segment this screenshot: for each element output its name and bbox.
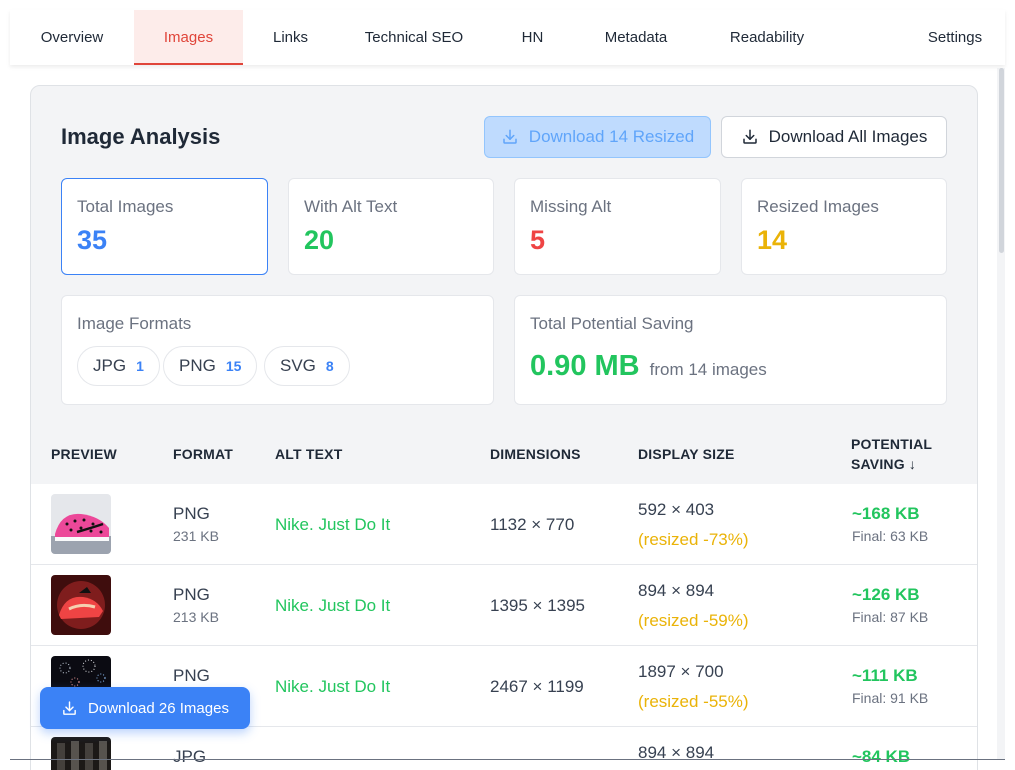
format-chip-png[interactable]: PNG 15	[163, 346, 258, 386]
saving-label: Total Potential Saving	[530, 314, 694, 333]
header-alt-text[interactable]: ALT TEXT	[275, 446, 342, 462]
header-saving-line1: POTENTIAL	[851, 436, 933, 452]
scrollbar-thumb[interactable]	[999, 68, 1004, 253]
format-name: SVG	[280, 356, 316, 375]
row-resized-percent: (resized -55%)	[638, 692, 749, 711]
stat-card-missing-alt[interactable]: Missing Alt 5	[514, 178, 721, 275]
stat-label: Total Images	[77, 197, 174, 216]
format-name: PNG	[179, 356, 216, 375]
table-row[interactable]: PNG 213 KB Nike. Just Do It 1395 × 1395 …	[31, 565, 977, 646]
row-dimensions: 1132 × 770	[490, 515, 575, 534]
row-potential-saving: ~111 KB	[852, 666, 918, 685]
tab-links[interactable]: Links	[243, 10, 338, 65]
viewport-bottom-border	[10, 759, 1005, 760]
download-icon	[503, 129, 517, 144]
download-all-button[interactable]: Download All Images	[721, 116, 947, 158]
row-dimensions: 2467 × 1199	[490, 677, 584, 696]
row-final-size: Final: 87 KB	[852, 609, 929, 625]
table-row[interactable]: PNG 231 KB Nike. Just Do It 1132 × 770 5…	[31, 484, 977, 565]
image-preview-thumbnail[interactable]	[51, 494, 111, 554]
saving-suffix: from 14 images	[649, 360, 767, 379]
row-resized-percent: (resized -59%)	[638, 611, 749, 630]
red-shoe-thumbnail-image	[51, 575, 111, 635]
stat-value: 20	[304, 225, 335, 255]
image-formats-card: Image Formats JPG 1 PNG 15 SVG 8	[61, 295, 494, 405]
table-header: PREVIEW FORMAT ALT TEXT DIMENSIONS DISPL…	[31, 424, 977, 484]
format-chip-jpg[interactable]: JPG 1	[77, 346, 160, 386]
row-file-size: 231 KB	[173, 528, 219, 544]
tab-technical-seo[interactable]: Technical SEO	[338, 10, 490, 65]
download-resized-button[interactable]: Download 14 Resized	[484, 116, 711, 158]
tab-images[interactable]: Images	[134, 10, 243, 65]
stat-label: Missing Alt	[530, 197, 612, 216]
format-count: 15	[225, 358, 242, 374]
potential-saving-card: Total Potential Saving 0.90 MB from 14 i…	[514, 295, 947, 405]
stat-card-with-alt[interactable]: With Alt Text 20	[288, 178, 494, 275]
header-saving-line2: SAVING ↓	[851, 456, 917, 472]
stat-card-total[interactable]: Total Images 35	[61, 178, 268, 275]
download-icon	[742, 129, 757, 144]
row-alt-text: Nike. Just Do It	[275, 515, 391, 534]
row-alt-text: Nike. Just Do It	[275, 677, 391, 696]
row-format: PNG	[173, 585, 210, 604]
shoe-thumbnail-image	[51, 494, 111, 554]
download-images-floating-button[interactable]: Download 26 Images	[40, 687, 250, 729]
row-display-size: 1897 × 700	[638, 662, 724, 681]
format-name: JPG	[93, 356, 127, 375]
stat-value: 5	[530, 225, 546, 255]
download-icon	[63, 700, 76, 715]
row-display-size: 592 × 403	[638, 500, 715, 519]
image-preview-thumbnail[interactable]	[51, 575, 111, 635]
format-count: 1	[136, 358, 144, 374]
row-final-size: Final: 91 KB	[852, 690, 929, 706]
row-resized-percent: (resized -73%)	[638, 530, 749, 549]
header-display-size[interactable]: DISPLAY SIZE	[638, 446, 735, 462]
header-potential-saving[interactable]: POTENTIAL SAVING ↓	[851, 436, 932, 472]
tab-hn[interactable]: HN	[490, 10, 575, 65]
row-final-size: Final: 63 KB	[852, 528, 929, 544]
download-all-label: Download All Images	[768, 127, 928, 146]
row-dimensions: 1395 × 1395	[490, 596, 586, 615]
stat-value: 14	[757, 225, 788, 255]
tab-metadata[interactable]: Metadata	[575, 10, 697, 65]
download-resized-label: Download 14 Resized	[528, 127, 695, 146]
stat-value: 35	[77, 225, 108, 255]
row-format: PNG	[173, 666, 210, 685]
stat-label: With Alt Text	[304, 197, 398, 216]
header-format[interactable]: FORMAT	[173, 446, 233, 462]
image-analysis-panel: Image Analysis Download 14 Resized Downl…	[30, 85, 978, 770]
header-preview[interactable]: PREVIEW	[51, 446, 117, 462]
floating-button-label: Download 26 Images	[88, 699, 229, 717]
saving-value: 0.90 MB	[530, 350, 640, 382]
row-display-size: 894 × 894	[638, 581, 715, 600]
row-alt-text: Nike. Just Do It	[275, 596, 391, 615]
format-count: 8	[325, 358, 334, 374]
panel-title: Image Analysis	[61, 124, 221, 149]
row-potential-saving: ~84 KB	[852, 747, 911, 766]
row-file-size: 213 KB	[173, 609, 219, 625]
stat-card-resized[interactable]: Resized Images 14	[741, 178, 947, 275]
row-format: PNG	[173, 504, 210, 523]
row-display-size: 894 × 894	[638, 743, 715, 762]
tab-overview[interactable]: Overview	[10, 10, 134, 65]
stat-label: Resized Images	[757, 197, 879, 216]
tab-settings[interactable]: Settings	[905, 10, 1005, 65]
crowd-thumbnail-image	[51, 737, 111, 770]
top-nav: Overview Images Links Technical SEO HN M…	[10, 10, 1005, 65]
row-potential-saving: ~168 KB	[852, 504, 920, 523]
row-potential-saving: ~126 KB	[852, 585, 920, 604]
tab-readability[interactable]: Readability	[697, 10, 837, 65]
row-format: JPG	[173, 747, 207, 766]
image-preview-thumbnail[interactable]	[51, 737, 111, 770]
format-chip-svg[interactable]: SVG 8	[264, 346, 350, 386]
table-row[interactable]: JPG 894 × 894 ~84 KB	[31, 727, 977, 770]
header-dimensions[interactable]: DIMENSIONS	[490, 446, 581, 462]
saving-line: 0.90 MB from 14 images	[530, 350, 767, 383]
formats-label: Image Formats	[77, 314, 192, 333]
